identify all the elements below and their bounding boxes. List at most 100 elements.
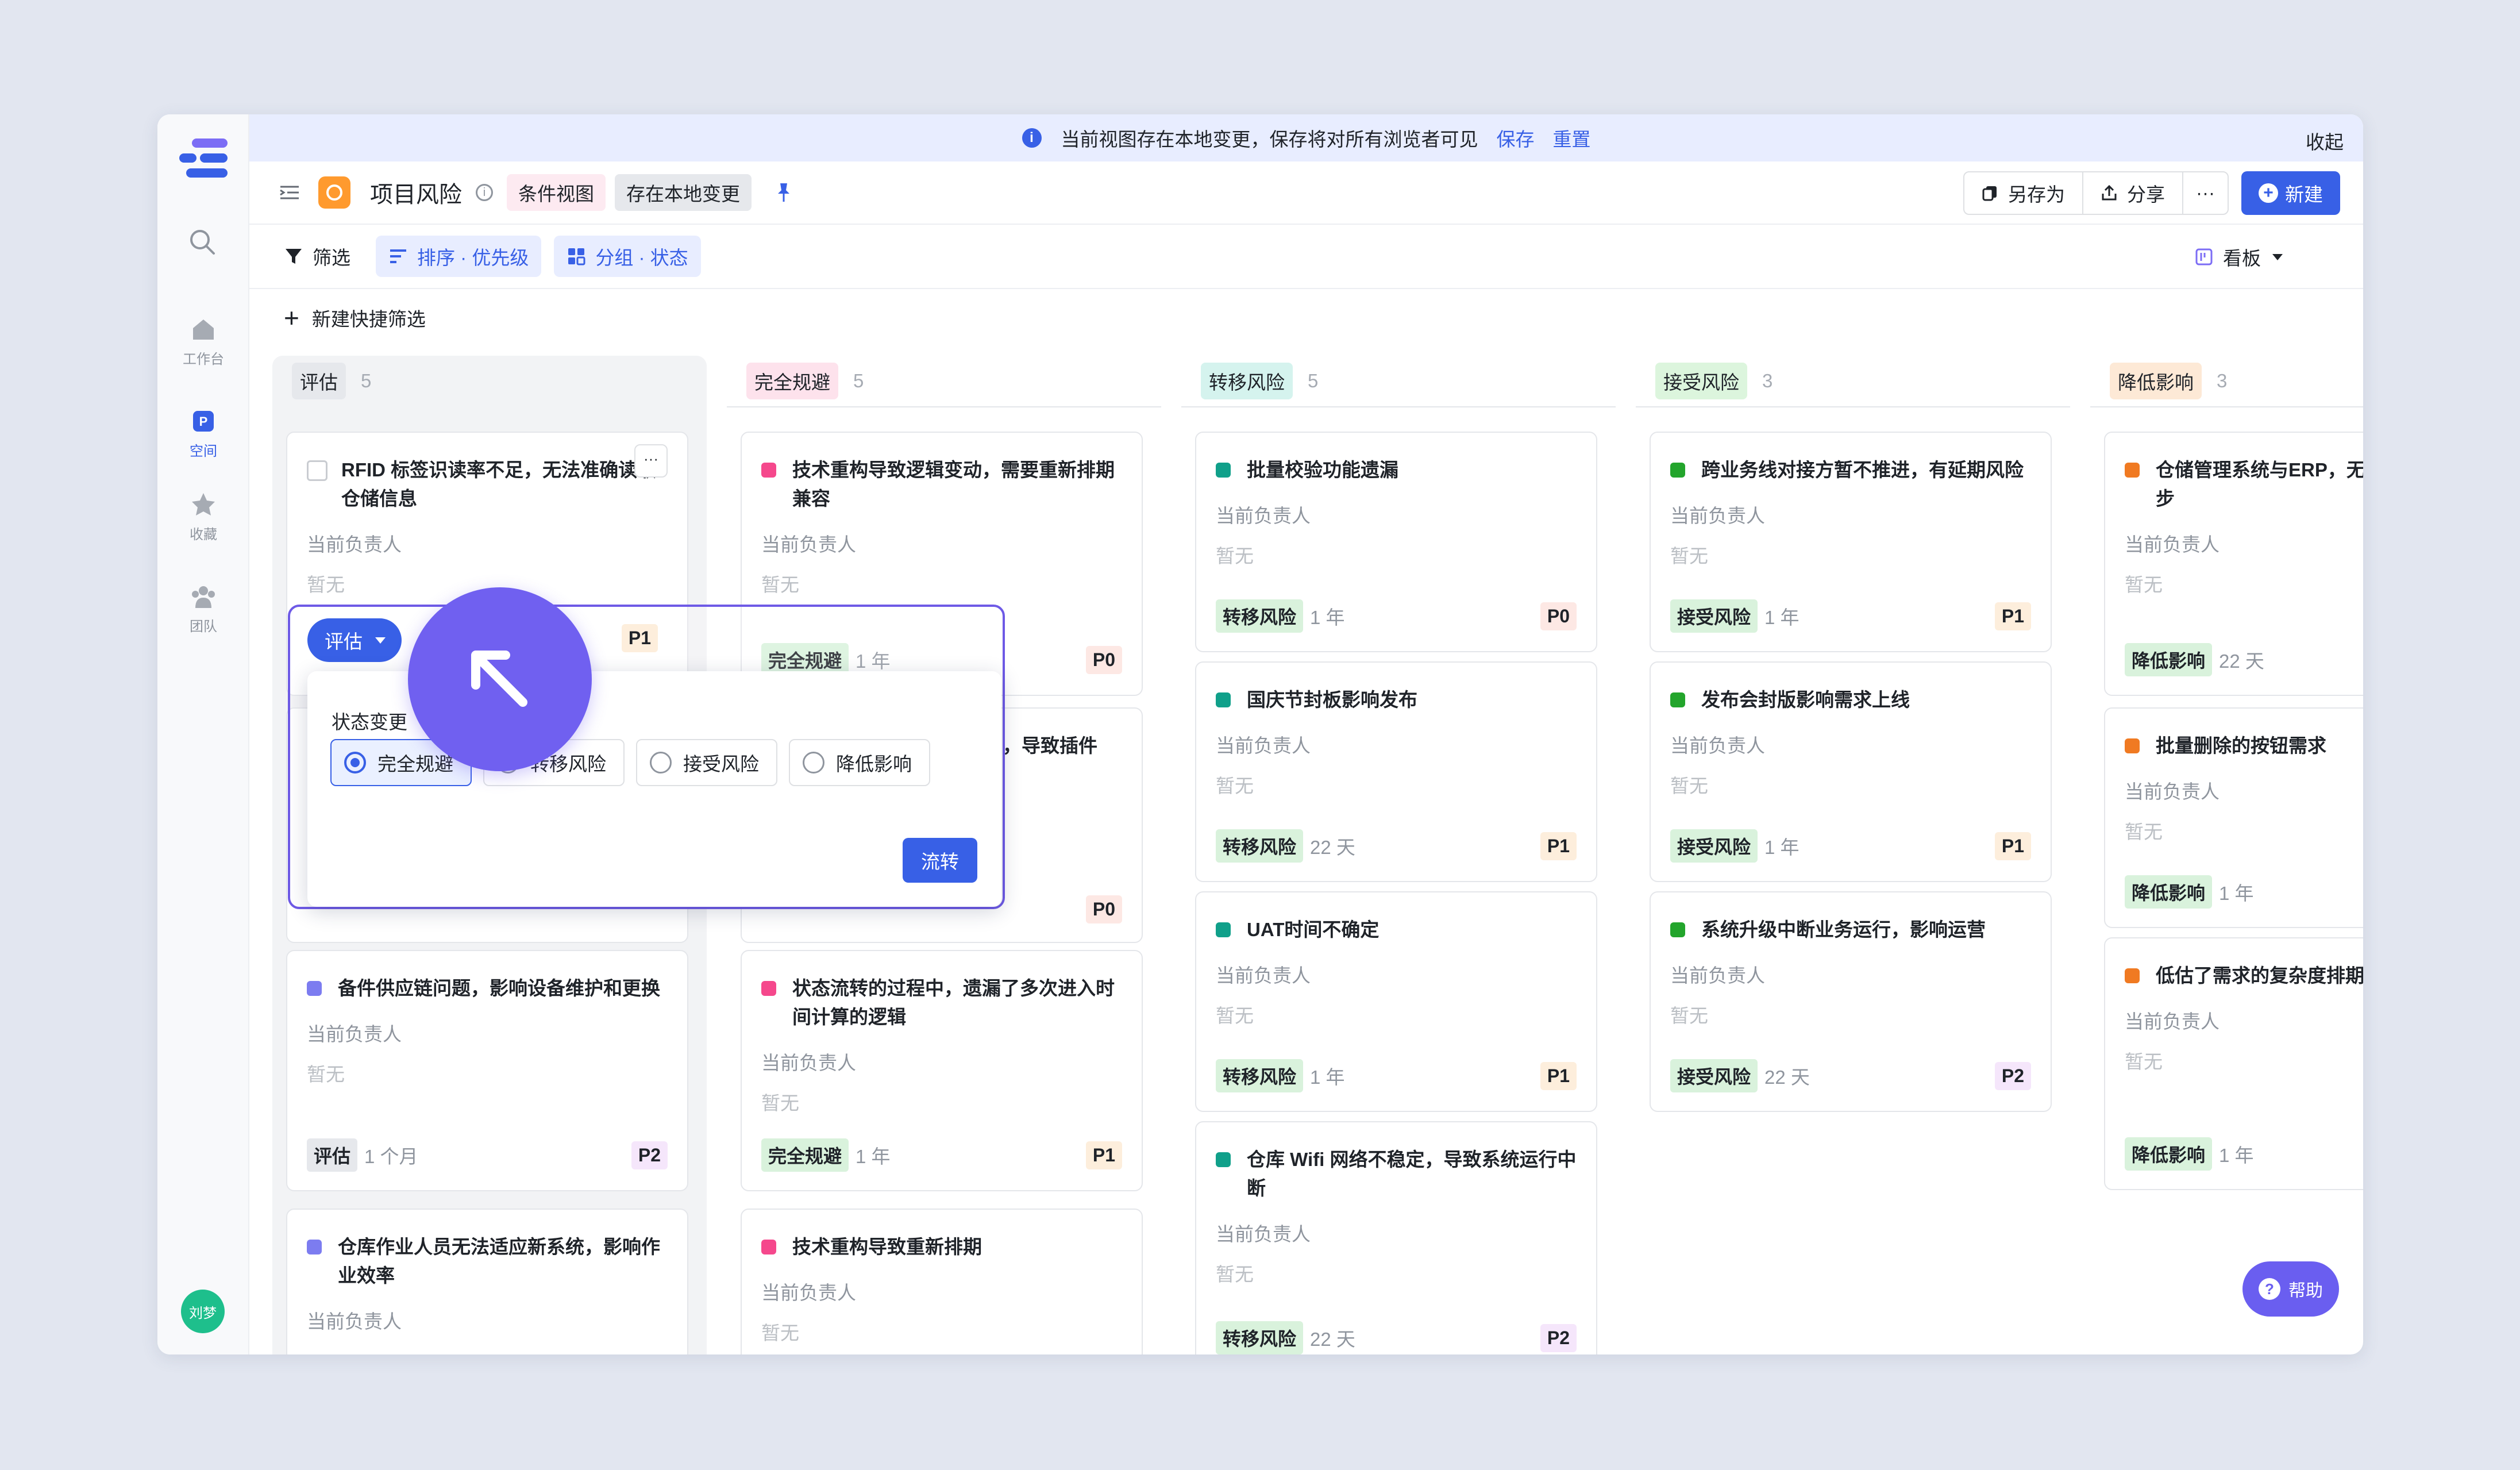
help-icon: ?: [2259, 1278, 2280, 1300]
column-count: 5: [1308, 370, 1319, 391]
card-age: 22 天: [2219, 651, 2264, 672]
status-badge: 接受风险: [1670, 829, 1758, 863]
chevron-down-icon: [375, 637, 386, 644]
new-button[interactable]: + 新建: [2241, 171, 2340, 215]
group-button[interactable]: 分组 · 状态: [554, 236, 701, 277]
copy-icon: [1982, 186, 1997, 201]
card-title: 系统升级中断业务运行，影响运营: [1701, 919, 1986, 940]
app-logo-icon[interactable]: [179, 138, 228, 178]
status-badge: 完全规避: [761, 1138, 849, 1172]
sidebar-item-favorites[interactable]: 收藏: [157, 491, 249, 543]
plus-icon: +: [2259, 183, 2278, 203]
share-button[interactable]: 分享: [2083, 172, 2184, 214]
status-dot: [2125, 738, 2140, 753]
sidebar-item-team[interactable]: 团队: [157, 583, 249, 635]
info-icon[interactable]: i: [476, 184, 493, 201]
status-change-popup: 评估 P1 状态变更 完全规避 转移风险 接受风险 降低影响 流转: [288, 605, 1005, 909]
card-age: 1 年: [1764, 837, 1800, 858]
status-dot: [307, 981, 322, 996]
card-owner-value: 暂无: [2125, 574, 2163, 595]
priority-badge: P0: [1085, 645, 1122, 674]
view-type-tag[interactable]: 条件视图: [507, 174, 606, 211]
group-label: 分组 · 状态: [595, 247, 688, 268]
column-count: 5: [853, 370, 864, 391]
priority-badge: P0: [1085, 895, 1122, 923]
card-age: 1 年: [856, 1146, 891, 1167]
risk-card[interactable]: 技术重构导致重新排期 当前负责人 暂无: [741, 1209, 1143, 1354]
status-dropdown-label: 评估: [325, 631, 363, 652]
status-dot: [307, 1240, 322, 1254]
avatar[interactable]: 刘梦: [181, 1290, 225, 1333]
star-icon: [192, 493, 215, 515]
share-icon: [2102, 184, 2117, 201]
sidebar-toggle-icon[interactable]: [278, 181, 301, 204]
risk-card[interactable]: 国庆节封板影响发布 当前负责人 暂无 转移风险 22 天 P1: [1195, 661, 1597, 882]
status-option-mitigate[interactable]: 降低影响: [789, 739, 930, 786]
pin-icon[interactable]: [775, 182, 793, 203]
card-owner-label: 当前负责人: [1216, 735, 1311, 756]
filter-button[interactable]: 筛选: [284, 236, 363, 277]
plus-icon: +: [284, 303, 299, 333]
save-as-button[interactable]: 另存为: [1964, 172, 2084, 214]
card-owner-value: 暂无: [761, 1322, 799, 1344]
sidebar-item-space[interactable]: P 空间: [157, 407, 249, 460]
sort-button[interactable]: 排序 · 优先级: [376, 236, 542, 277]
transition-button[interactable]: 流转: [903, 838, 977, 883]
card-title: 国庆节封板影响发布: [1247, 689, 1417, 710]
new-quick-filter-button[interactable]: + 新建快捷筛选: [284, 304, 426, 332]
risk-card[interactable]: UAT时间不确定 当前负责人 暂无 转移风险 1 年 P1: [1195, 891, 1597, 1112]
kanban-board: 评估 5 RFID 标签识读率不足，无法准确读取仓储信息 当前负责人 暂无 ···…: [249, 356, 2363, 1354]
radio-icon: [803, 752, 824, 774]
view-switcher[interactable]: 看板: [2195, 243, 2283, 271]
help-button[interactable]: ? 帮助: [2242, 1261, 2339, 1317]
view-label: 看板: [2223, 248, 2261, 269]
card-more-button[interactable]: ···: [634, 444, 668, 478]
risk-card[interactable]: 发布会封版影响需求上线 当前负责人 暂无 接受风险 1 年 P1: [1650, 661, 2052, 882]
card-title: ，导致插件: [1003, 735, 1097, 756]
risk-card[interactable]: 批量删除的按钮需求 当前负责人 暂无 降低影响 1 年: [2104, 707, 2363, 928]
view-toolbar: 筛选 排序 · 优先级 分组 · 状态 看板: [249, 225, 2363, 289]
card-owner-label: 当前负责人: [307, 1311, 402, 1332]
risk-card[interactable]: 仓储管理系统与ERP，无法实现数据同步 当前负责人 暂无 降低影响 22 天: [2104, 432, 2363, 696]
local-change-tag: 存在本地变更: [615, 174, 752, 211]
status-badge: 降低影响: [2125, 643, 2213, 676]
card-owner-label: 当前负责人: [1670, 735, 1765, 756]
status-dot: [1670, 463, 1685, 478]
card-owner-value: 暂无: [761, 1092, 799, 1114]
status-dot: [761, 463, 776, 478]
search-icon[interactable]: [187, 227, 217, 257]
status-dot: [1670, 692, 1685, 707]
risk-card[interactable]: 备件供应链问题，影响设备维护和更换 当前负责人 暂无 评估 1 个月 P2: [286, 950, 688, 1191]
risk-card[interactable]: 跨业务线对接方暂不推进，有延期风险 当前负责人 暂无 接受风险 1 年 P1: [1650, 432, 2052, 652]
more-button[interactable]: ···: [2183, 172, 2228, 214]
sidebar-item-label: 空间: [190, 444, 217, 459]
card-age: 1 个月: [364, 1146, 418, 1167]
priority-badge: P2: [1994, 1061, 2031, 1090]
risk-card[interactable]: 批量校验功能遗漏 当前负责人 暂无 转移风险 1 年 P0: [1195, 432, 1597, 652]
risk-card[interactable]: 系统升级中断业务运行，影响运营 当前负责人 暂无 接受风险 22 天 P2: [1650, 891, 2052, 1112]
status-dot: [2125, 968, 2140, 983]
card-checkbox[interactable]: [307, 460, 327, 481]
status-badge: 评估: [307, 1138, 358, 1172]
priority-badge: P0: [1540, 602, 1577, 630]
card-title: 仓库作业人员无法适应新系统，影响作业效率: [338, 1236, 660, 1286]
sidebar-item-label: 工作台: [183, 352, 224, 367]
risk-card[interactable]: 低估了需求的复杂度排期 当前负责人 暂无 降低影响 1 年: [2104, 937, 2363, 1190]
status-dropdown[interactable]: 评估: [307, 618, 402, 662]
card-owner-value: 暂无: [1670, 775, 1708, 796]
home-icon: [193, 320, 214, 340]
risk-card[interactable]: 仓库 Wifi 网络不稳定，导致系统运行中断 当前负责人 暂无 转移风险 22 …: [1195, 1121, 1597, 1354]
card-owner-label: 当前负责人: [2125, 534, 2220, 555]
status-option-accept[interactable]: 接受风险: [636, 739, 777, 786]
sidebar-item-workbench[interactable]: 工作台: [157, 315, 249, 368]
priority-badge: P1: [621, 624, 658, 652]
card-owner-value: 暂无: [2125, 1051, 2163, 1072]
save-link[interactable]: 保存: [1497, 124, 1535, 152]
reset-link[interactable]: 重置: [1553, 124, 1591, 152]
collapse-button[interactable]: 收起: [2306, 127, 2344, 155]
risk-card[interactable]: 仓库作业人员无法适应新系统，影响作业效率 当前负责人: [286, 1209, 688, 1354]
cursor-pointer-icon: [408, 587, 592, 771]
risk-card[interactable]: 状态流转的过程中，遗漏了多次进入时间计算的逻辑 当前负责人 暂无 完全规避 1 …: [741, 950, 1143, 1191]
help-label: 帮助: [2288, 1282, 2323, 1300]
status-dot: [1216, 922, 1231, 937]
